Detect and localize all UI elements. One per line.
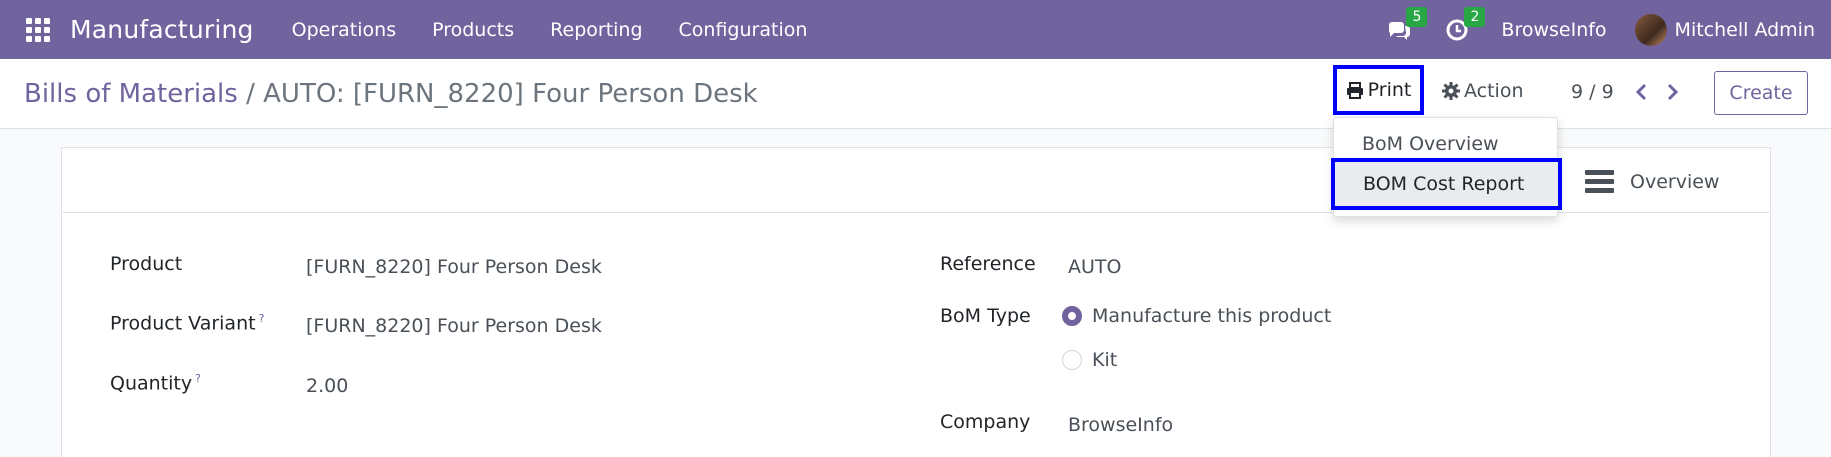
quantity-field[interactable]: 2.00 — [306, 375, 348, 397]
bom-type-manufacture-label[interactable]: Manufacture this product — [1092, 305, 1331, 327]
print-label: Print — [1367, 79, 1412, 101]
quantity-label: Quantity? — [110, 372, 201, 395]
chevron-right-icon — [1667, 83, 1679, 101]
activities-count-badge: 2 — [1464, 6, 1486, 27]
menu-item-bom-cost-report[interactable]: BOM Cost Report — [1331, 158, 1562, 210]
breadcrumb-current: AUTO: [FURN_8220] Four Person Desk — [263, 79, 758, 109]
messages-count-badge: 5 — [1406, 6, 1428, 27]
apps-menu-icon[interactable] — [26, 17, 50, 42]
reference-field[interactable]: AUTO — [1068, 256, 1121, 278]
bom-type-label: BoM Type — [940, 305, 1031, 327]
activities-button[interactable]: 2 — [1443, 6, 1486, 44]
gear-icon — [1442, 82, 1460, 100]
bom-type-kit-label[interactable]: Kit — [1092, 349, 1117, 371]
user-avatar[interactable] — [1634, 13, 1667, 46]
help-tooltip-icon[interactable]: ? — [259, 312, 265, 325]
reference-label: Reference — [940, 253, 1036, 275]
product-field[interactable]: [FURN_8220] Four Person Desk — [306, 256, 602, 278]
breadcrumb: Bills of Materials / AUTO: [FURN_8220] F… — [24, 79, 758, 109]
company-label: Company — [940, 411, 1031, 433]
company-switcher[interactable]: BrowseInfo — [1501, 19, 1606, 41]
bom-type-manufacture-radio[interactable] — [1062, 306, 1082, 326]
overview-button[interactable]: Overview — [1585, 166, 1719, 197]
breadcrumb-separator: / — [237, 79, 264, 109]
menu-products[interactable]: Products — [414, 19, 532, 41]
action-label: Action — [1464, 80, 1524, 102]
pager-value[interactable]: 9 / 9 — [1571, 81, 1614, 103]
bars-icon — [1585, 166, 1614, 197]
chevron-left-icon — [1635, 83, 1647, 101]
product-label: Product — [110, 253, 183, 275]
print-button[interactable]: Print — [1333, 65, 1424, 115]
app-name[interactable]: Manufacturing — [70, 15, 254, 44]
product-variant-label: Product Variant? — [110, 312, 265, 335]
printer-icon — [1346, 81, 1363, 99]
help-tooltip-icon[interactable]: ? — [195, 372, 201, 385]
overview-label: Overview — [1630, 170, 1720, 193]
breadcrumb-bills-of-materials[interactable]: Bills of Materials — [24, 79, 238, 109]
menu-reporting[interactable]: Reporting — [532, 19, 660, 41]
action-button[interactable]: Action — [1442, 74, 1524, 108]
user-menu[interactable]: Mitchell Admin — [1675, 19, 1815, 41]
pager-previous-button[interactable] — [1631, 81, 1651, 103]
product-variant-field[interactable]: [FURN_8220] Four Person Desk — [306, 315, 602, 337]
print-dropdown-menu: BoM Overview BOM Cost Report — [1331, 117, 1562, 217]
bom-type-kit-radio[interactable] — [1062, 350, 1082, 370]
menu-item-bom-overview[interactable]: BoM Overview — [1334, 133, 1557, 155]
create-button[interactable]: Create — [1714, 71, 1808, 115]
menu-operations[interactable]: Operations — [274, 19, 414, 41]
pager-next-button[interactable] — [1663, 81, 1683, 103]
company-field[interactable]: BrowseInfo — [1068, 414, 1173, 436]
messages-button[interactable]: 5 — [1385, 6, 1428, 44]
menu-configuration[interactable]: Configuration — [661, 19, 826, 41]
top-navbar: Manufacturing Operations Products Report… — [0, 0, 1831, 59]
